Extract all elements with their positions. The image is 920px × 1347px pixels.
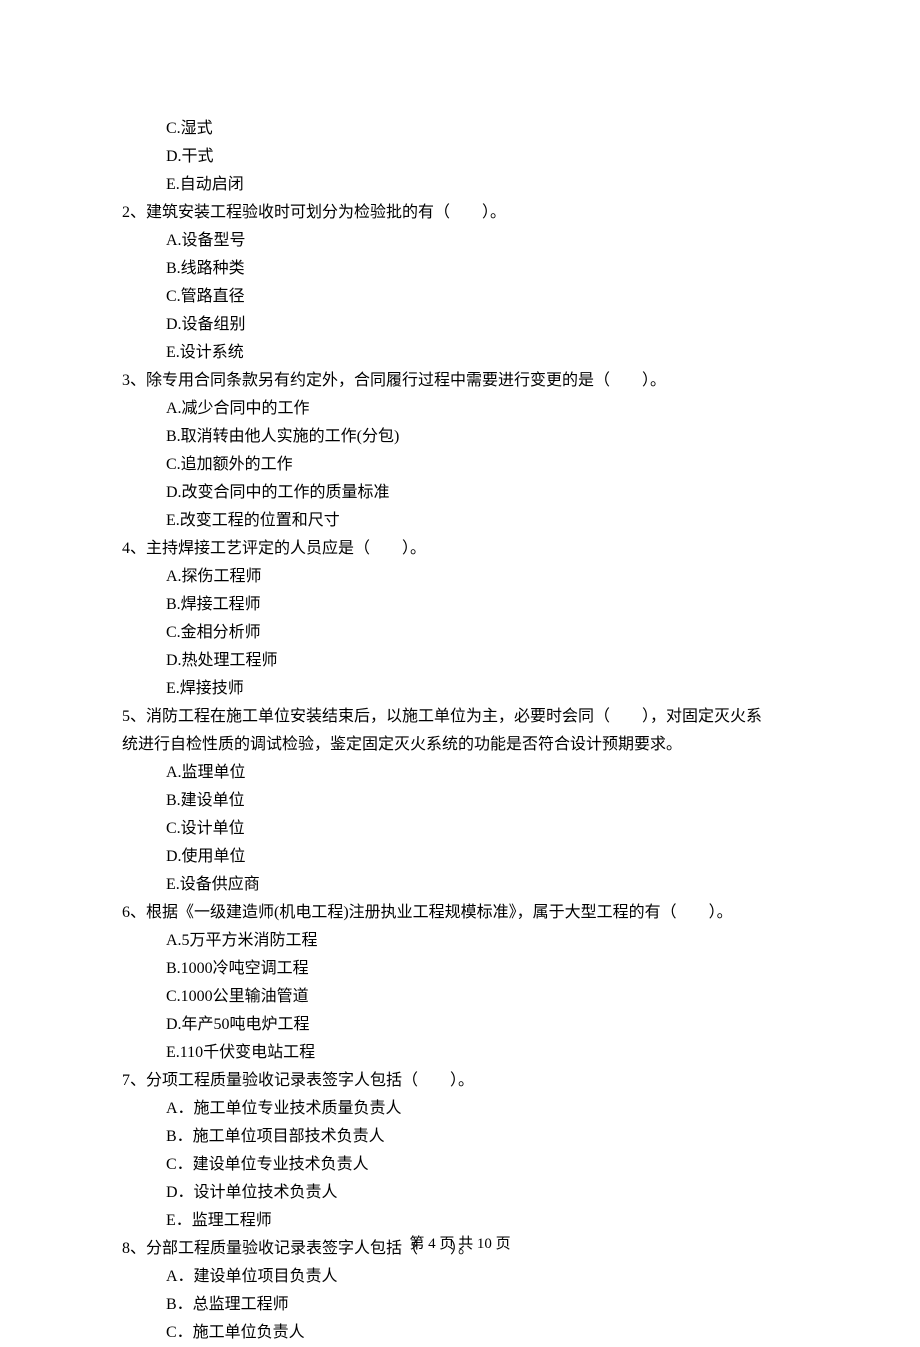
question-5-option-d: D.使用单位	[122, 843, 798, 871]
question-6-option-b: B.1000冷吨空调工程	[122, 955, 798, 983]
question-2-option-e: E.设计系统	[122, 339, 798, 367]
question-2-stem: 2、建筑安装工程验收时可划分为检验批的有（ ）。	[122, 199, 798, 227]
question-3-option-a: A.减少合同中的工作	[122, 395, 798, 423]
question-3-option-c: C.追加额外的工作	[122, 451, 798, 479]
question-8-option-b: B．总监理工程师	[122, 1291, 798, 1319]
question-6-option-e: E.110千伏变电站工程	[122, 1039, 798, 1067]
question-5-option-a: A.监理单位	[122, 759, 798, 787]
question-3-option-d: D.改变合同中的工作的质量标准	[122, 479, 798, 507]
question-6-option-d: D.年产50吨电炉工程	[122, 1011, 798, 1039]
question-7-stem: 7、分项工程质量验收记录表签字人包括（ ）。	[122, 1067, 798, 1095]
prev-option-e: E.自动启闭	[122, 171, 798, 199]
question-5-stem-continuation: 统进行自检性质的调试检验，鉴定固定灭火系统的功能是否符合设计预期要求。	[122, 731, 798, 759]
question-6-option-a: A.5万平方米消防工程	[122, 927, 798, 955]
question-4-stem: 4、主持焊接工艺评定的人员应是（ ）。	[122, 535, 798, 563]
question-6-stem: 6、根据《一级建造师(机电工程)注册执业工程规模标准》，属于大型工程的有（ ）。	[122, 899, 798, 927]
question-5-stem: 5、消防工程在施工单位安装结束后，以施工单位为主，必要时会同（ ），对固定灭火系	[122, 703, 798, 731]
question-8-option-c: C．施工单位负责人	[122, 1319, 798, 1347]
question-4-option-b: B.焊接工程师	[122, 591, 798, 619]
question-8-option-a: A．建设单位项目负责人	[122, 1263, 798, 1291]
question-4-option-d: D.热处理工程师	[122, 647, 798, 675]
question-2-option-b: B.线路种类	[122, 255, 798, 283]
question-4-option-e: E.焊接技师	[122, 675, 798, 703]
question-7-option-c: C．建设单位专业技术负责人	[122, 1151, 798, 1179]
question-3-option-b: B.取消转由他人实施的工作(分包)	[122, 423, 798, 451]
question-4-option-c: C.金相分析师	[122, 619, 798, 647]
question-5-option-e: E.设备供应商	[122, 871, 798, 899]
question-4-option-a: A.探伤工程师	[122, 563, 798, 591]
question-7-option-d: D．设计单位技术负责人	[122, 1179, 798, 1207]
question-5-option-b: B.建设单位	[122, 787, 798, 815]
prev-option-c: C.湿式	[122, 115, 798, 143]
question-7-option-a: A．施工单位专业技术质量负责人	[122, 1095, 798, 1123]
question-2-option-c: C.管路直径	[122, 283, 798, 311]
question-6-option-c: C.1000公里输油管道	[122, 983, 798, 1011]
page-footer: 第 4 页 共 10 页	[0, 1231, 920, 1257]
question-3-option-e: E.改变工程的位置和尺寸	[122, 507, 798, 535]
question-5-option-c: C.设计单位	[122, 815, 798, 843]
prev-option-d: D.干式	[122, 143, 798, 171]
question-3-stem: 3、除专用合同条款另有约定外，合同履行过程中需要进行变更的是（ ）。	[122, 367, 798, 395]
question-2-option-d: D.设备组别	[122, 311, 798, 339]
question-2-option-a: A.设备型号	[122, 227, 798, 255]
page-content: C.湿式 D.干式 E.自动启闭 2、建筑安装工程验收时可划分为检验批的有（ ）…	[0, 0, 920, 1347]
question-7-option-b: B．施工单位项目部技术负责人	[122, 1123, 798, 1151]
